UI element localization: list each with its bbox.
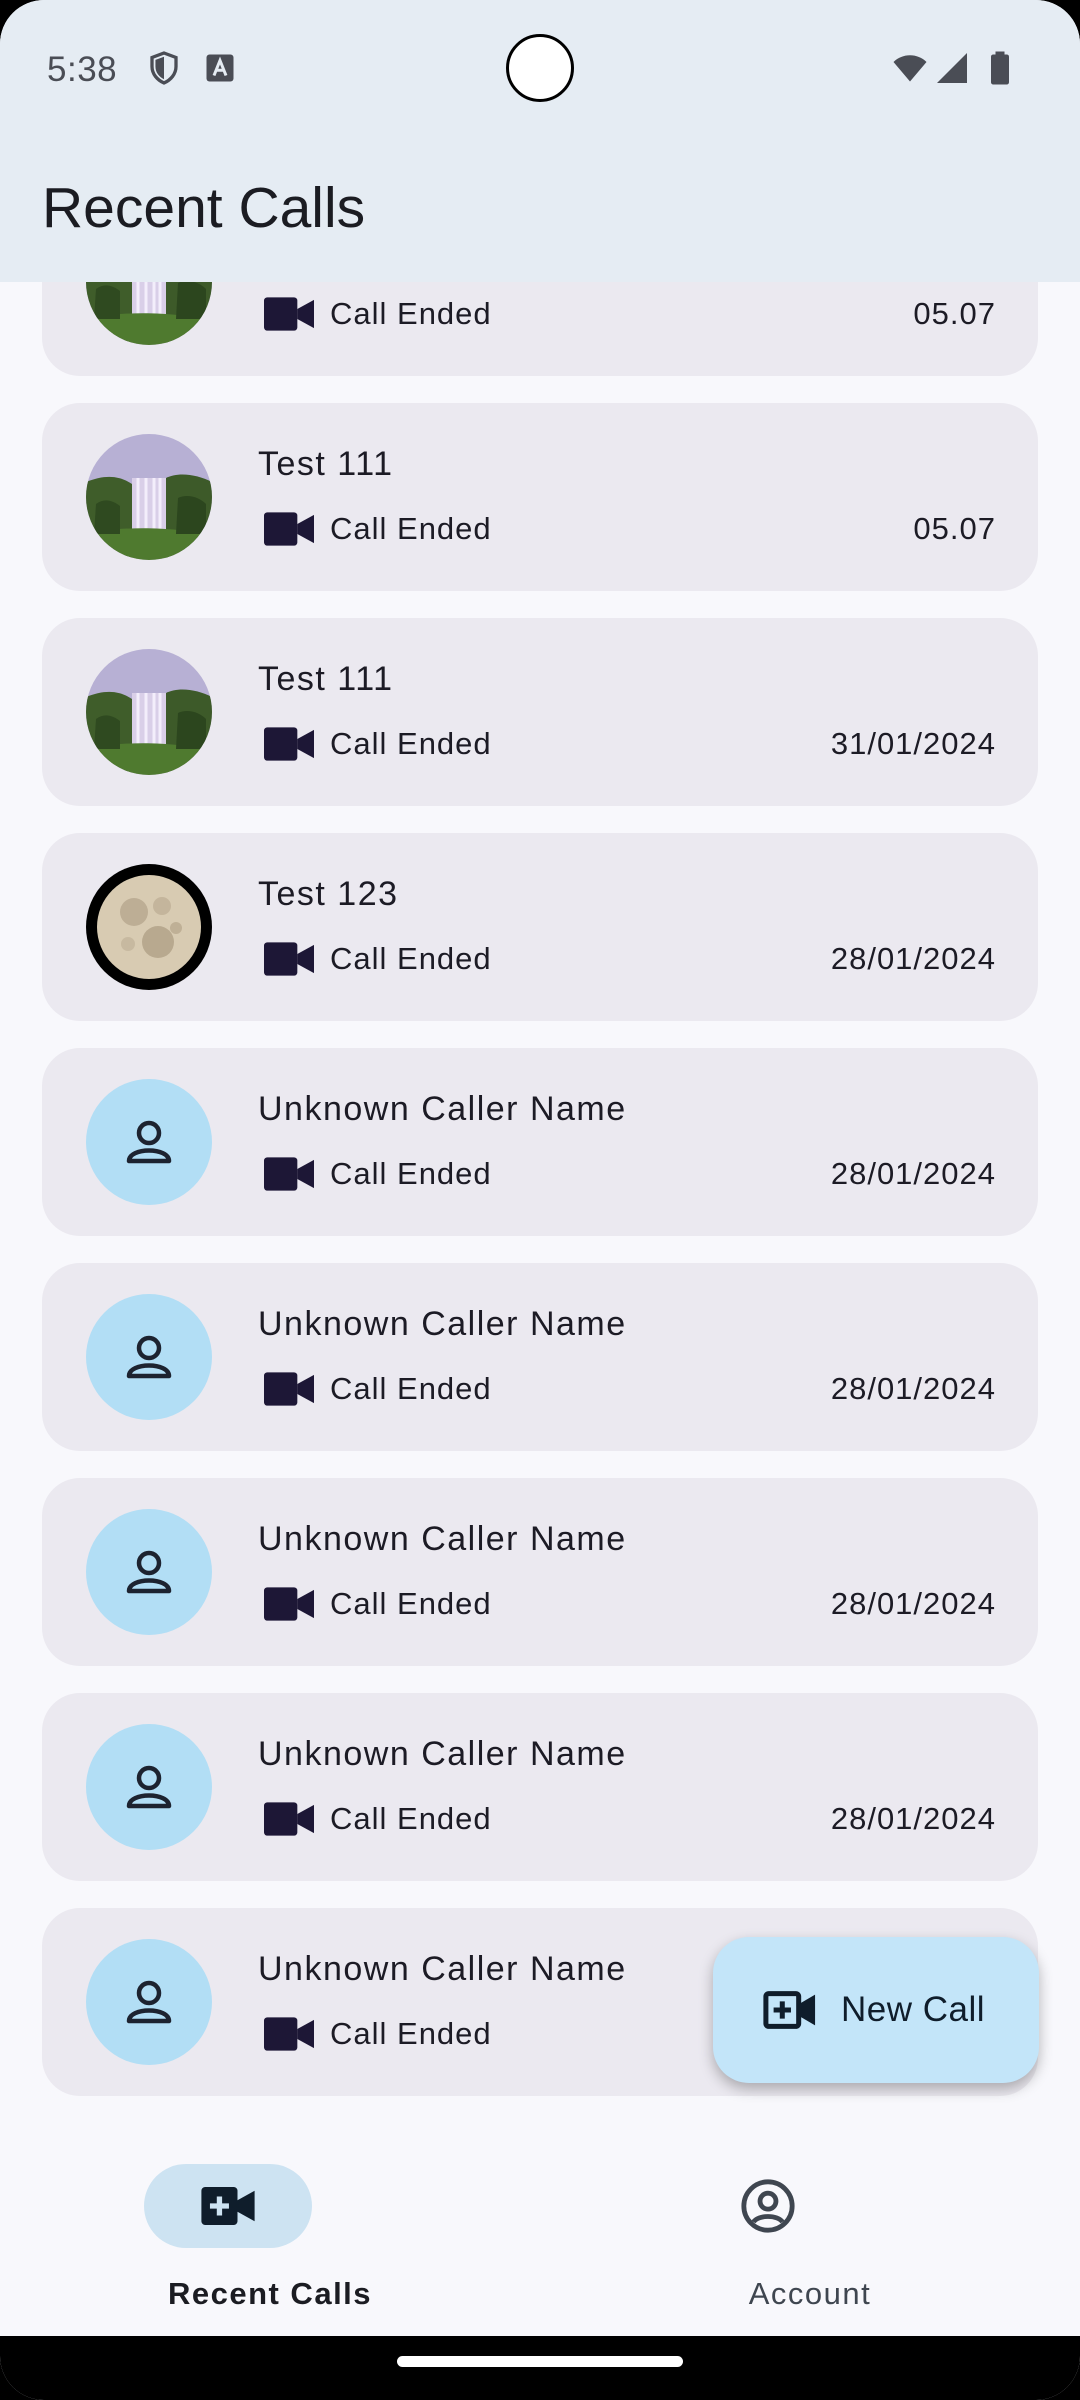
caller-name: Unknown Caller Name xyxy=(258,1520,627,1558)
call-date: 31/01/2024 xyxy=(830,726,996,761)
call-status-row: Call Ended xyxy=(264,1584,492,1624)
call-list-item[interactable]: Unknown Caller Name Call Ended 28/01/2024 xyxy=(42,1478,1038,1666)
signal-icon xyxy=(937,53,967,83)
screen: 5:38 Recent Calls Call Ended 05.07 Test 11… xyxy=(0,0,1080,2400)
nav-label-account: Account xyxy=(748,2276,872,2311)
caller-name: Test 111 xyxy=(258,445,394,483)
caller-name: Unknown Caller Name xyxy=(258,1090,627,1128)
waterfall-photo xyxy=(86,649,212,775)
avatar xyxy=(86,1509,212,1635)
recent-calls-list[interactable]: Call Ended 05.07 Test 111 Call Ended 05.07 Te… xyxy=(0,282,1080,2118)
caller-name: Unknown Caller Name xyxy=(258,1735,627,1773)
call-status: Call Ended xyxy=(330,2016,492,2051)
person-icon xyxy=(86,1724,212,1850)
call-list-item[interactable]: Unknown Caller Name Call Ended 28/01/2024 xyxy=(42,1693,1038,1881)
person-icon xyxy=(86,1079,212,1205)
video-camera-icon xyxy=(264,1372,314,1406)
battery-icon xyxy=(991,51,1009,85)
avatar xyxy=(86,1939,212,2065)
video-camera-icon xyxy=(264,512,314,546)
nav-label-recent-calls: Recent Calls xyxy=(167,2276,373,2311)
call-date: 28/01/2024 xyxy=(830,1156,996,1191)
gesture-navigation-bar xyxy=(0,2336,1080,2400)
page-title: Recent Calls xyxy=(42,176,366,240)
call-date: 28/01/2024 xyxy=(830,1371,996,1406)
home-gesture-handle[interactable] xyxy=(397,2356,683,2367)
camera-cutout xyxy=(506,34,574,102)
video-add-icon xyxy=(201,2187,255,2225)
call-date: 28/01/2024 xyxy=(830,1801,996,1836)
call-status: Call Ended xyxy=(330,1801,492,1836)
video-camera-icon xyxy=(264,1802,314,1836)
call-list-item[interactable]: Test 123 Call Ended 28/01/2024 xyxy=(42,833,1038,1021)
bottom-navigation: Recent Calls Account xyxy=(0,2118,1080,2336)
call-list-item[interactable]: Unknown Caller Name Call Ended 28/01/2024 xyxy=(42,1263,1038,1451)
call-status-row: Call Ended xyxy=(264,1154,492,1194)
call-status: Call Ended xyxy=(330,1586,492,1621)
video-camera-icon xyxy=(264,297,314,331)
avatar xyxy=(86,1079,212,1205)
call-date: 28/01/2024 xyxy=(830,941,996,976)
avatar xyxy=(86,864,212,990)
a-box-icon xyxy=(206,54,234,82)
call-list-item[interactable]: Test 111 Call Ended 31/01/2024 xyxy=(42,618,1038,806)
call-status-row: Call Ended xyxy=(264,509,492,549)
call-status: Call Ended xyxy=(330,511,492,546)
wifi-icon xyxy=(893,55,927,82)
call-status-row: Call Ended xyxy=(264,2014,492,2054)
call-date: 28/01/2024 xyxy=(830,1586,996,1621)
video-camera-icon xyxy=(264,1157,314,1191)
call-status: Call Ended xyxy=(330,941,492,976)
new-call-button[interactable]: New Call xyxy=(713,1937,1039,2083)
video-camera-icon xyxy=(264,1587,314,1621)
avatar xyxy=(86,1294,212,1420)
video-camera-icon xyxy=(264,2017,314,2051)
call-list-item[interactable]: Unknown Caller Name Call Ended 28/01/2024 xyxy=(42,1048,1038,1236)
call-status: Call Ended xyxy=(330,726,492,761)
person-icon xyxy=(86,1509,212,1635)
caller-name: Test 123 xyxy=(258,875,399,913)
nav-active-indicator xyxy=(144,2164,312,2248)
avatar xyxy=(86,1724,212,1850)
call-status-row: Call Ended xyxy=(264,939,492,979)
status-time: 5:38 xyxy=(47,50,118,89)
avatar xyxy=(86,434,212,560)
video-camera-icon xyxy=(264,942,314,976)
caller-name: Test 111 xyxy=(258,660,394,698)
avatar xyxy=(86,282,212,345)
video-add-icon xyxy=(763,1991,816,2029)
person-icon xyxy=(86,1939,212,2065)
video-camera-icon xyxy=(264,727,314,761)
call-list-item[interactable]: Test 111 Call Ended 05.07 xyxy=(42,403,1038,591)
caller-name: Unknown Caller Name xyxy=(258,1950,627,1988)
waterfall-photo xyxy=(86,434,212,560)
moon-photo xyxy=(86,864,212,990)
new-call-label: New Call xyxy=(841,1990,986,2029)
call-status: Call Ended xyxy=(330,1156,492,1191)
person-icon xyxy=(86,1294,212,1420)
call-status: Call Ended xyxy=(330,296,492,331)
nav-icon-container xyxy=(684,2164,852,2248)
top-app-bar: 5:38 Recent Calls xyxy=(0,0,1080,282)
call-status-row: Call Ended xyxy=(264,724,492,764)
call-status: Call Ended xyxy=(330,1371,492,1406)
shield-icon xyxy=(150,51,178,85)
call-status-row: Call Ended xyxy=(264,1369,492,1409)
waterfall-photo xyxy=(86,282,212,345)
call-status-row: Call Ended xyxy=(264,294,492,334)
call-list-item[interactable]: Call Ended 05.07 xyxy=(42,282,1038,376)
account-circle-icon xyxy=(741,2179,795,2233)
avatar xyxy=(86,649,212,775)
nav-item-account[interactable]: Account xyxy=(540,2118,1080,2336)
call-status-row: Call Ended xyxy=(264,1799,492,1839)
call-date: 05.07 xyxy=(913,511,996,546)
call-date: 05.07 xyxy=(913,296,996,331)
caller-name: Unknown Caller Name xyxy=(258,1305,627,1343)
nav-item-recent-calls[interactable]: Recent Calls xyxy=(0,2118,540,2336)
